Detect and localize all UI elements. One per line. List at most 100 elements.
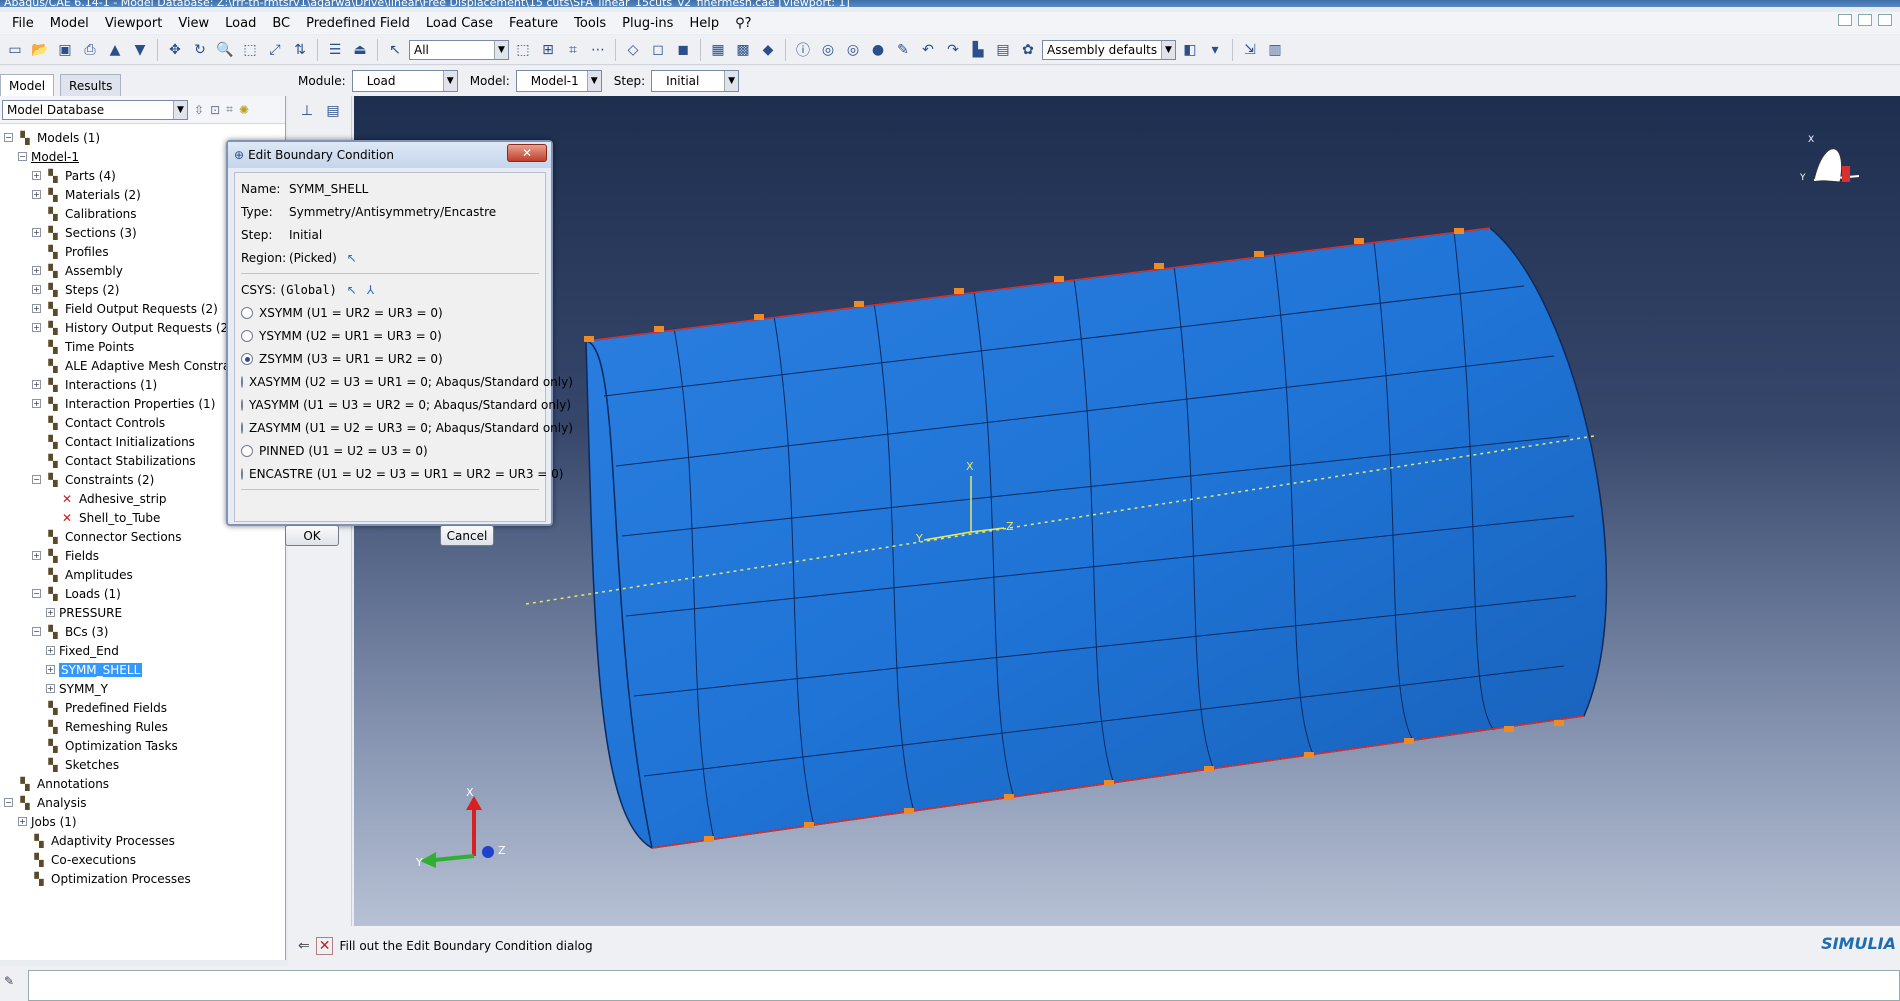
tree-item[interactable]: ▚ Co-executions	[0, 850, 285, 869]
translate-icon[interactable]: ⇲	[1239, 39, 1261, 61]
module-combo[interactable]: Load ▼	[351, 70, 458, 92]
tree-item[interactable]: ▚ Predefined Fields	[0, 698, 285, 717]
expand-toggle[interactable]: +	[32, 171, 41, 180]
layer-icon[interactable]: ◧	[1179, 39, 1201, 61]
tree-item[interactable]: + ▚ Fields	[0, 546, 285, 565]
symmetry-option[interactable]: ENCASTRE (U1 = U2 = U3 = UR1 = UR2 = UR3…	[241, 462, 563, 485]
expand-toggle[interactable]: +	[32, 266, 41, 275]
menu-item-1[interactable]: Model	[42, 16, 97, 31]
symmetry-option[interactable]: XASYMM (U2 = U3 = UR1 = 0; Abaqus/Standa…	[241, 370, 573, 393]
bulb-icon[interactable]: ✺	[239, 103, 249, 117]
top-view-icon[interactable]: ◼	[672, 39, 694, 61]
expand-toggle[interactable]: +	[46, 684, 55, 693]
tree-item[interactable]: − ▚ Loads (1)	[0, 584, 285, 603]
tree-item[interactable]: + PRESSURE	[0, 603, 285, 622]
expand-toggle[interactable]: −	[32, 475, 41, 484]
expand-toggle[interactable]: +	[32, 399, 41, 408]
expand-toggle[interactable]: +	[32, 190, 41, 199]
tree-item[interactable]: ▚ Optimization Processes	[0, 869, 285, 888]
print-icon[interactable]: ⎙	[79, 39, 101, 61]
expand-toggle[interactable]: +	[46, 608, 55, 617]
ok-button[interactable]: OK	[285, 525, 339, 546]
tree-item[interactable]: ▚ Adaptivity Processes	[0, 831, 285, 850]
symmetry-option[interactable]: YASYMM (U1 = U3 = UR2 = 0; Abaqus/Standa…	[241, 393, 571, 416]
expand-toggle[interactable]: −	[4, 798, 13, 807]
color-palette-icon[interactable]: ✿	[1017, 39, 1039, 61]
symmetry-option[interactable]: ZSYMM (U3 = UR1 = UR2 = 0)	[241, 347, 539, 370]
rotate-icon[interactable]: ↻	[189, 39, 211, 61]
edit-region-arrow-icon[interactable]: ↖	[347, 251, 357, 265]
load-manager-icon[interactable]: ⊥	[296, 100, 318, 122]
tree-item[interactable]: + Jobs (1)	[0, 812, 285, 831]
query-icon[interactable]: ☰	[324, 39, 346, 61]
magnify-icon[interactable]: 🔍	[214, 39, 236, 61]
expand-toggle[interactable]: +	[32, 304, 41, 313]
expand-toggle[interactable]: +	[32, 228, 41, 237]
radio-unselected[interactable]	[241, 306, 253, 319]
menu-item-11[interactable]: Help	[681, 16, 727, 31]
menu-item-0[interactable]: File	[4, 16, 42, 31]
radio-unselected[interactable]	[241, 398, 243, 411]
tab-model[interactable]: Model	[0, 74, 55, 96]
pan-icon[interactable]: ✥	[164, 39, 186, 61]
tree-item[interactable]: + Fixed_End	[0, 641, 285, 660]
expand-toggle[interactable]: −	[32, 627, 41, 636]
front-view-icon[interactable]: ◻	[647, 39, 669, 61]
menu-item-8[interactable]: Feature	[501, 16, 566, 31]
menu-item-9[interactable]: Tools	[566, 16, 614, 31]
tree-item[interactable]: + SYMM_SHELL	[0, 660, 285, 679]
section-icon[interactable]: ▼	[129, 39, 151, 61]
tube-model[interactable]	[585, 227, 1608, 849]
radio-unselected[interactable]	[241, 444, 253, 457]
message-area-icon[interactable]: ✎	[4, 974, 14, 988]
expand-icon[interactable]: ⊡	[210, 103, 220, 117]
message-box[interactable]	[28, 970, 1900, 1001]
select-group-icon[interactable]: ⊞	[537, 39, 559, 61]
expand-toggle[interactable]: +	[46, 665, 55, 674]
menu-item-12[interactable]: ⚲?	[727, 16, 759, 31]
assembly-display-combo[interactable]: Assembly defaults ▼	[1042, 39, 1176, 60]
expand-toggle[interactable]: −	[18, 152, 27, 161]
expand-toggle[interactable]: +	[32, 551, 41, 560]
dialog-close-button[interactable]: ✕	[507, 144, 547, 162]
symmetry-option[interactable]: PINNED (U1 = U2 = U3 = 0)	[241, 439, 539, 462]
symmetry-option[interactable]: XSYMM (U1 = UR2 = UR3 = 0)	[241, 301, 539, 324]
open-icon[interactable]: 📂	[29, 39, 51, 61]
display-group-icon[interactable]: ✎	[892, 39, 914, 61]
menu-item-2[interactable]: Viewport	[97, 16, 171, 31]
measure-icon[interactable]: ⏏	[349, 39, 371, 61]
chevron-down-icon[interactable]: ▼	[724, 71, 739, 91]
menu-item-5[interactable]: BC	[264, 16, 298, 31]
selection-filter-combo[interactable]: All ▼	[409, 39, 509, 60]
cancel-prompt-icon[interactable]: ✕	[315, 937, 334, 955]
tree-item[interactable]: − ▚ BCs (3)	[0, 622, 285, 641]
chevron-down-icon[interactable]: ▼	[586, 71, 601, 91]
save-icon[interactable]: ▣	[54, 39, 76, 61]
menu-item-3[interactable]: View	[170, 16, 217, 31]
symmetry-option[interactable]: ZASYMM (U1 = U2 = UR3 = 0; Abaqus/Standa…	[241, 416, 573, 439]
color-code-icon[interactable]: ●	[867, 39, 889, 61]
create-csys-icon[interactable]: ⅄	[367, 283, 374, 297]
menu-item-4[interactable]: Load	[217, 16, 264, 31]
expand-toggle[interactable]: −	[4, 133, 13, 142]
expand-toggle[interactable]: +	[18, 817, 27, 826]
step-combo[interactable]: Initial ▼	[651, 70, 740, 92]
instance-icon[interactable]: ▙	[967, 39, 989, 61]
select-box-icon[interactable]: ⬚	[512, 39, 534, 61]
select-options-icon[interactable]: ⌗	[562, 39, 584, 61]
undo-icon[interactable]: ↶	[917, 39, 939, 61]
filter-icon[interactable]: ⌗	[226, 102, 233, 117]
radio-unselected[interactable]	[241, 329, 253, 342]
new-icon[interactable]: ▭	[4, 39, 26, 61]
radio-unselected[interactable]	[241, 467, 243, 480]
radio-selected[interactable]	[241, 352, 253, 365]
expand-toggle[interactable]: −	[32, 589, 41, 598]
material-icon[interactable]: ▲	[104, 39, 126, 61]
radio-unselected[interactable]	[241, 375, 243, 388]
minimize-button[interactable]	[1838, 14, 1852, 26]
dialog-titlebar[interactable]: ⊕ Edit Boundary Condition ✕	[228, 142, 551, 168]
symmetry-option[interactable]: YSYMM (U2 = UR1 = UR3 = 0)	[241, 324, 539, 347]
radio-unselected[interactable]	[241, 421, 243, 434]
expand-toggle[interactable]: +	[32, 285, 41, 294]
chevron-down-icon[interactable]: ▼	[442, 71, 457, 91]
